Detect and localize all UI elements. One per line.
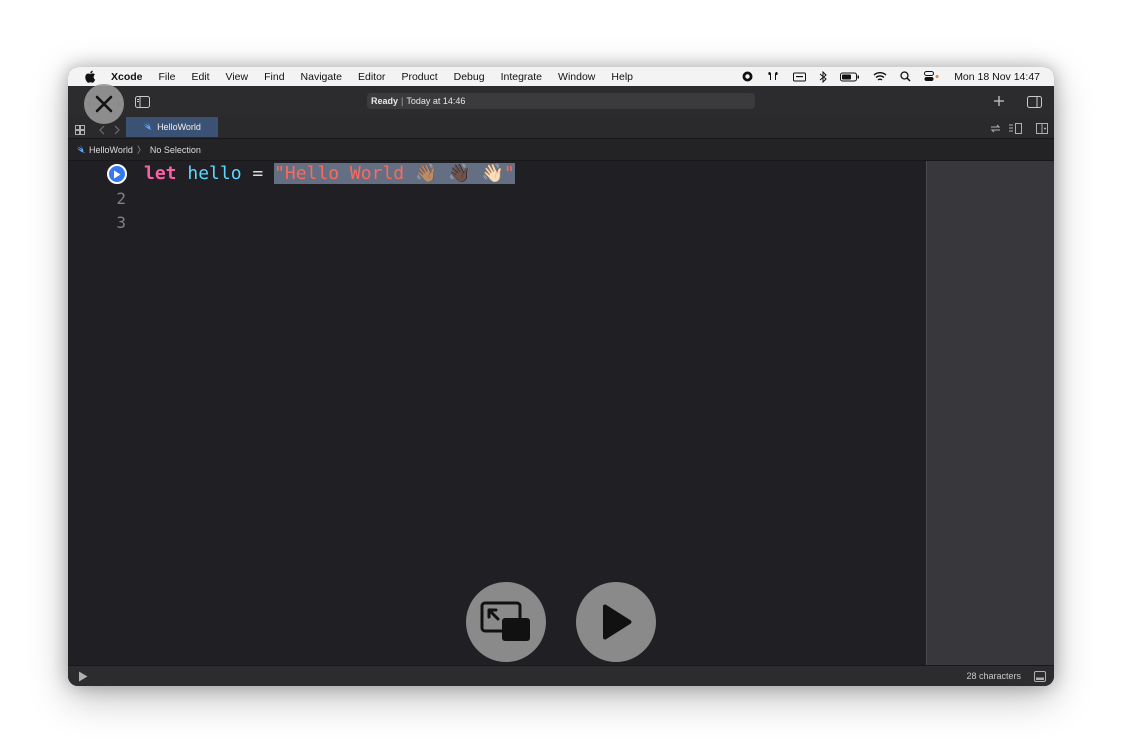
control-center-icon[interactable] <box>924 71 940 82</box>
jumpbar-file[interactable]: HelloWorld <box>89 145 133 155</box>
debug-area-toggle-icon[interactable] <box>1034 671 1046 684</box>
refresh-arrows-icon[interactable] <box>990 121 1001 139</box>
status-separator: | <box>401 96 404 106</box>
menu-window[interactable]: Window <box>558 71 595 83</box>
menu-edit[interactable]: Edit <box>191 71 209 83</box>
picture-in-picture-button[interactable] <box>466 582 546 662</box>
code-line-1[interactable]: let hello = "Hello World 👋🏽 👋🏿 👋🏻" <box>144 162 515 186</box>
canvas-pane <box>926 161 1054 665</box>
forward-chevron-icon[interactable] <box>114 122 121 140</box>
swift-file-icon <box>76 144 85 155</box>
tab-label: HelloWorld <box>157 122 201 132</box>
breadcrumb-chevron-icon: 〉 <box>136 145 146 155</box>
jumpbar-selection[interactable]: No Selection <box>150 145 201 155</box>
play-icon <box>603 604 632 640</box>
inspector-toggle-icon[interactable] <box>1027 95 1042 113</box>
bottom-bar: 28 characters <box>68 665 1054 686</box>
line-number-3: 3 <box>116 213 126 232</box>
menu-editor[interactable]: Editor <box>358 71 385 83</box>
menu-product[interactable]: Product <box>401 71 437 83</box>
bluetooth-icon[interactable] <box>819 70 827 83</box>
grid-related-items-icon[interactable] <box>75 122 85 140</box>
xcode-window: Xcode File Edit View Find Navigate Edito… <box>68 67 1054 686</box>
airpods-icon[interactable] <box>766 71 780 82</box>
menu-integrate[interactable]: Integrate <box>501 71 542 83</box>
menu-app-name[interactable]: Xcode <box>111 71 143 83</box>
spotlight-search-icon[interactable] <box>900 71 911 82</box>
screen-record-icon[interactable] <box>742 71 753 82</box>
menubar-clock[interactable]: Mon 18 Nov 14:47 <box>954 71 1040 83</box>
menu-debug[interactable]: Debug <box>454 71 485 83</box>
picture-in-picture-icon <box>480 601 530 641</box>
activity-status: Ready | Today at 14:46 <box>367 93 755 109</box>
display-icon[interactable] <box>793 72 807 82</box>
menu-view[interactable]: View <box>226 71 249 83</box>
close-overlay-button[interactable] <box>84 84 124 124</box>
code-string-selected[interactable]: "Hello World 👋🏽 👋🏿 👋🏻" <box>274 163 515 184</box>
status-menu-extras: Mon 18 Nov 14:47 <box>729 67 1040 86</box>
close-icon <box>95 95 113 113</box>
apple-logo-icon[interactable] <box>83 70 97 84</box>
menu-file[interactable]: File <box>159 71 176 83</box>
toolbar: Ready | Today at 14:46 <box>68 86 1054 116</box>
wifi-icon[interactable] <box>873 71 887 82</box>
code-keyword: let <box>144 163 177 184</box>
menu-navigate[interactable]: Navigate <box>301 71 342 83</box>
add-plus-icon[interactable] <box>993 94 1005 112</box>
status-time: Today at 14:46 <box>406 96 466 106</box>
menu-bar: Xcode File Edit View Find Navigate Edito… <box>68 67 1054 86</box>
character-count: 28 characters <box>966 671 1021 681</box>
code-identifier: hello <box>187 163 242 184</box>
play-button[interactable] <box>576 582 656 662</box>
jump-bar: HelloWorld 〉 No Selection <box>68 139 1054 161</box>
run-play-icon[interactable] <box>78 671 88 684</box>
editor-options-icon[interactable] <box>1008 121 1022 139</box>
line-number-2: 2 <box>116 189 126 208</box>
tab-bar: HelloWorld <box>68 116 1054 139</box>
back-chevron-icon[interactable] <box>98 122 105 140</box>
add-editor-icon[interactable] <box>1036 121 1048 139</box>
code-operator: = <box>252 163 264 184</box>
swift-file-icon <box>143 122 153 132</box>
battery-icon[interactable] <box>840 72 860 82</box>
run-line-play-icon[interactable] <box>107 164 127 184</box>
menu-find[interactable]: Find <box>264 71 284 83</box>
sidebar-toggle-icon[interactable] <box>135 95 150 113</box>
menu-help[interactable]: Help <box>611 71 633 83</box>
status-ready: Ready <box>371 96 399 106</box>
tab-helloworld[interactable]: HelloWorld <box>126 117 218 137</box>
